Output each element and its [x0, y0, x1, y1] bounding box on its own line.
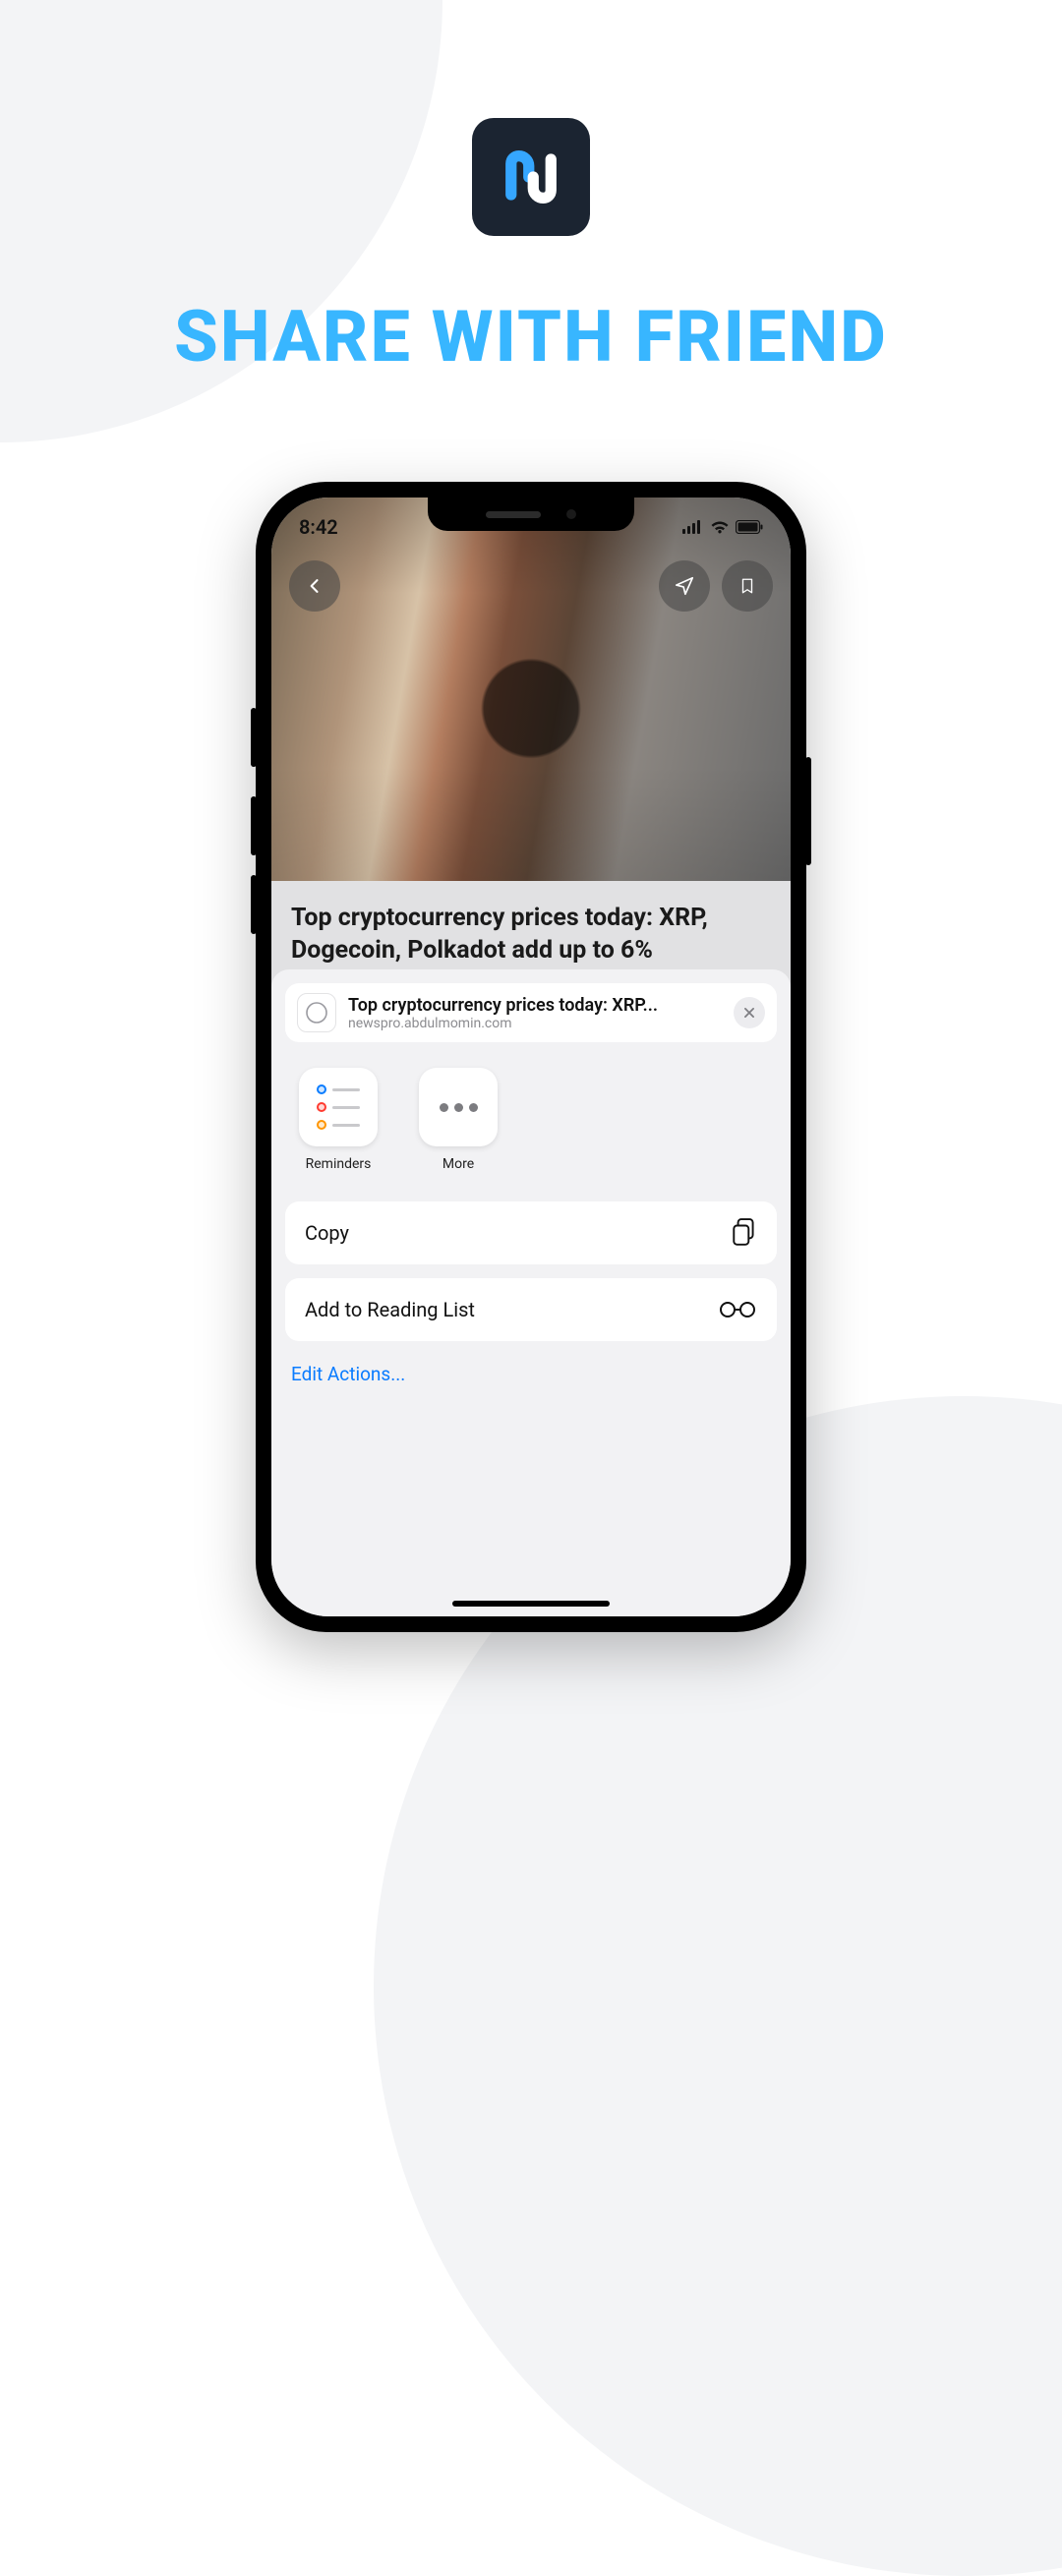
bookmark-icon: [738, 575, 756, 597]
signal-icon: [682, 520, 704, 534]
back-button[interactable]: [289, 560, 340, 612]
safari-icon: [297, 993, 336, 1032]
status-time: 8:42: [299, 515, 338, 539]
share-target-reminders[interactable]: Reminders: [291, 1068, 385, 1172]
share-target-label: Reminders: [291, 1156, 385, 1172]
notch: [428, 498, 634, 531]
share-item-subtitle: newspro.abdulmomin.com: [348, 1016, 722, 1031]
share-sheet: Top cryptocurrency prices today: XRP... …: [271, 969, 791, 1616]
action-copy[interactable]: Copy: [285, 1201, 777, 1264]
action-add-to-reading-list[interactable]: Add to Reading List: [285, 1278, 777, 1341]
article-hero-image: [271, 498, 791, 881]
copy-icon: [732, 1218, 757, 1248]
home-indicator[interactable]: [452, 1601, 610, 1607]
share-item-title: Top cryptocurrency prices today: XRP...: [348, 995, 722, 1016]
chevron-left-icon: [305, 576, 324, 596]
close-icon: [742, 1006, 756, 1020]
bookmark-button[interactable]: [722, 560, 773, 612]
app-logo: [472, 118, 590, 236]
phone-frame: 8:42: [256, 482, 806, 1632]
wifi-icon: [710, 520, 730, 534]
reminders-icon: [317, 1084, 360, 1130]
edit-actions-link[interactable]: Edit Actions...: [285, 1341, 777, 1385]
battery-icon: [736, 520, 763, 534]
share-app-row[interactable]: Reminders More: [285, 1042, 777, 1182]
action-label: Add to Reading List: [305, 1298, 475, 1321]
close-button[interactable]: [734, 997, 765, 1028]
paper-plane-icon: [674, 575, 695, 597]
app-logo-icon: [496, 142, 566, 212]
share-target-more[interactable]: More: [411, 1068, 505, 1172]
share-target-label: More: [411, 1156, 505, 1172]
action-label: Copy: [305, 1221, 349, 1245]
marketing-headline: SHARE WITH FRIEND: [0, 295, 1062, 379]
share-sheet-header: Top cryptocurrency prices today: XRP... …: [285, 983, 777, 1042]
more-icon: [440, 1103, 478, 1112]
phone-screen: 8:42: [271, 498, 791, 1616]
glasses-icon: [718, 1300, 757, 1319]
share-button[interactable]: [659, 560, 710, 612]
